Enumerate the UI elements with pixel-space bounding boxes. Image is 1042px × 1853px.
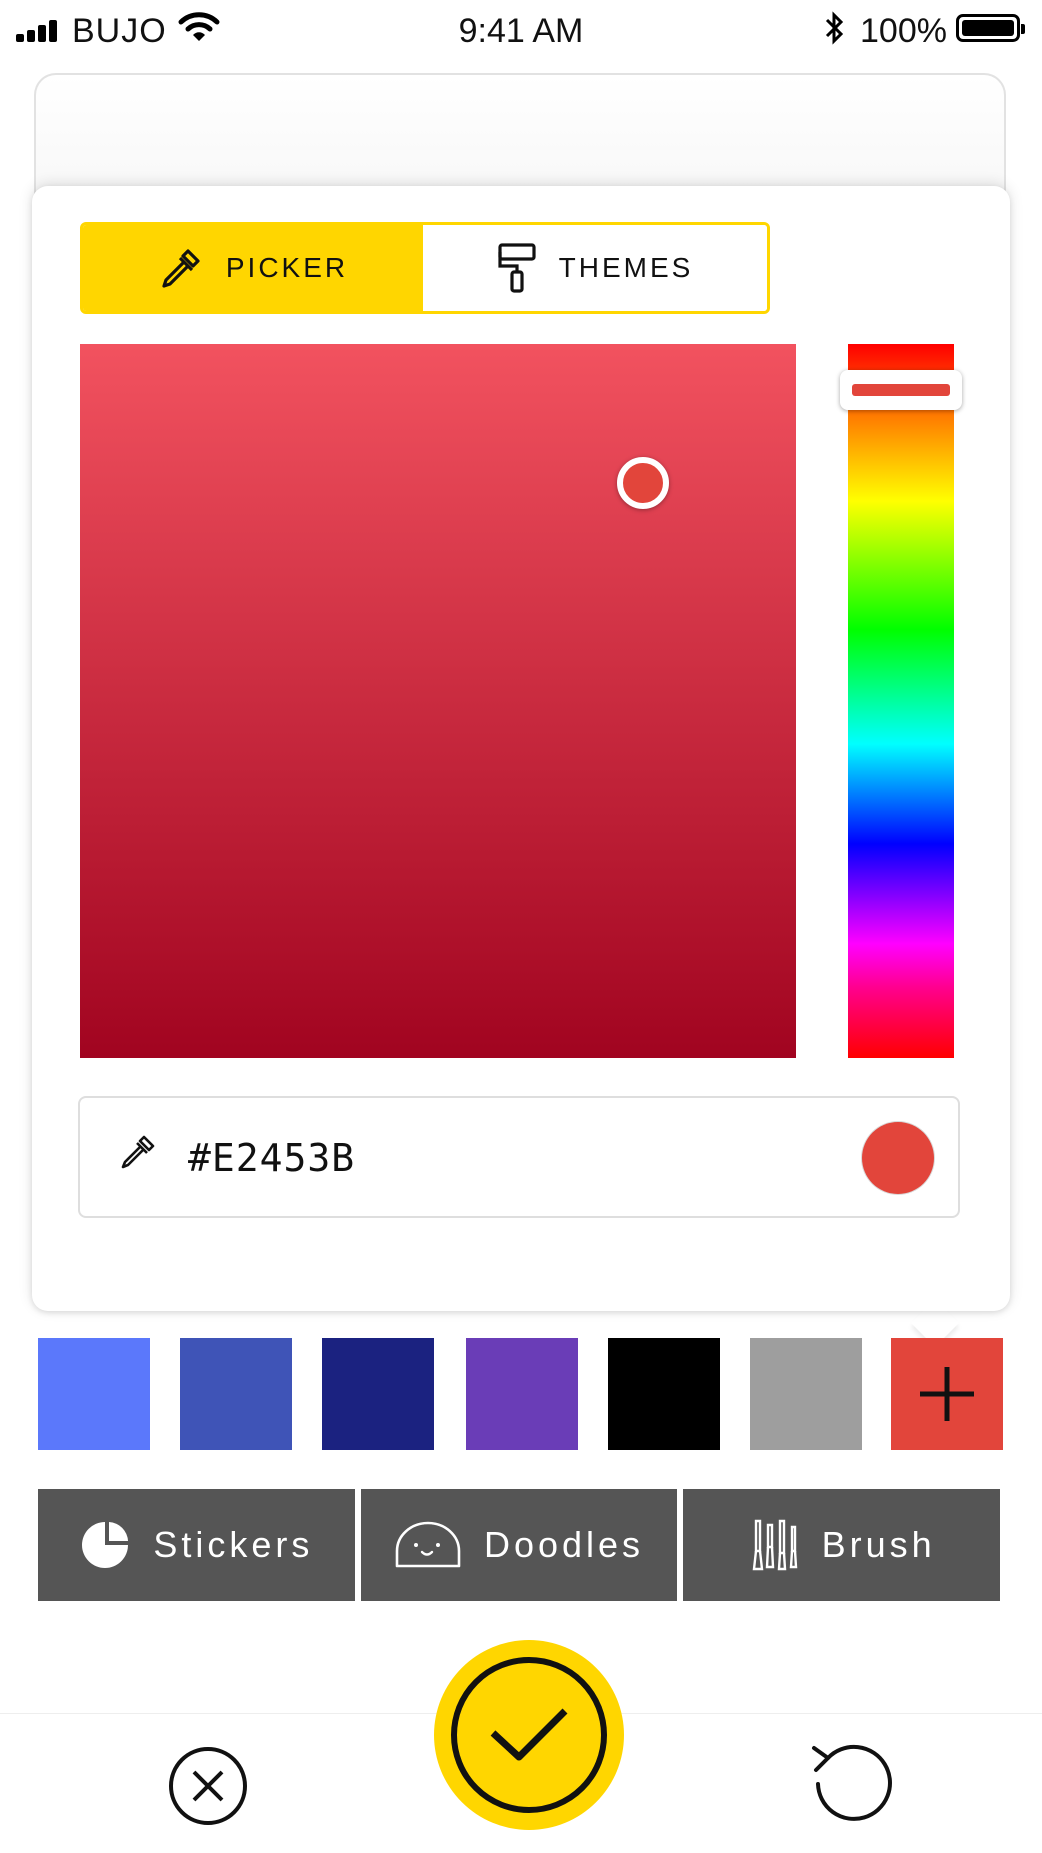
stickers-button[interactable]: Stickers xyxy=(38,1489,355,1601)
doodles-label: Doodles xyxy=(483,1524,645,1565)
doodle-face-icon xyxy=(395,1521,461,1568)
battery-icon xyxy=(956,14,1025,42)
plus-icon xyxy=(920,1367,974,1421)
hue-slider-handle[interactable] xyxy=(840,370,962,410)
tab-themes-label: THEMES xyxy=(558,252,694,283)
picker-mode-segmented: PICKER THEMES xyxy=(80,222,770,314)
selected-color-swatch xyxy=(862,1122,934,1194)
eyedropper-icon xyxy=(162,249,200,288)
tab-picker-label: PICKER xyxy=(225,252,349,283)
add-color-button[interactable] xyxy=(891,1338,1003,1450)
tab-picker[interactable]: PICKER xyxy=(83,225,423,311)
background-card xyxy=(34,73,1006,203)
doodles-button[interactable]: Doodles xyxy=(360,1489,678,1601)
eyedropper-icon[interactable] xyxy=(118,1132,158,1172)
cancel-button[interactable] xyxy=(168,1746,248,1826)
status-bar: BUJO 9:41 AM 100% xyxy=(0,0,1042,60)
palette-swatch[interactable] xyxy=(750,1338,862,1450)
palette-swatch[interactable] xyxy=(608,1338,720,1450)
palette-swatch[interactable] xyxy=(180,1338,292,1450)
brush-label: Brush xyxy=(821,1524,936,1565)
stickers-label: Stickers xyxy=(153,1524,314,1565)
sticker-icon xyxy=(82,1522,129,1568)
tab-themes[interactable]: THEMES xyxy=(423,225,767,311)
palette-swatch[interactable] xyxy=(38,1338,150,1450)
saturation-value-handle[interactable] xyxy=(617,457,669,509)
palette-swatch[interactable] xyxy=(322,1338,434,1450)
hue-slider[interactable] xyxy=(848,344,954,1058)
bluetooth-icon xyxy=(825,11,844,45)
saturation-value-field[interactable] xyxy=(80,344,796,1058)
confirm-button[interactable] xyxy=(434,1640,624,1830)
paint-roller-icon xyxy=(498,243,536,293)
check-icon xyxy=(490,1708,568,1761)
undo-button[interactable] xyxy=(808,1740,894,1826)
brushes-icon xyxy=(752,1519,797,1571)
palette-swatch[interactable] xyxy=(466,1338,578,1450)
brush-button[interactable]: Brush xyxy=(683,1489,1001,1601)
hex-color-field[interactable]: #E2453B xyxy=(78,1096,960,1218)
hex-value[interactable]: #E2453B xyxy=(188,1136,355,1180)
tool-bar: Stickers Doodles Brush xyxy=(38,1489,1001,1601)
battery-percent: 100% xyxy=(860,12,947,50)
